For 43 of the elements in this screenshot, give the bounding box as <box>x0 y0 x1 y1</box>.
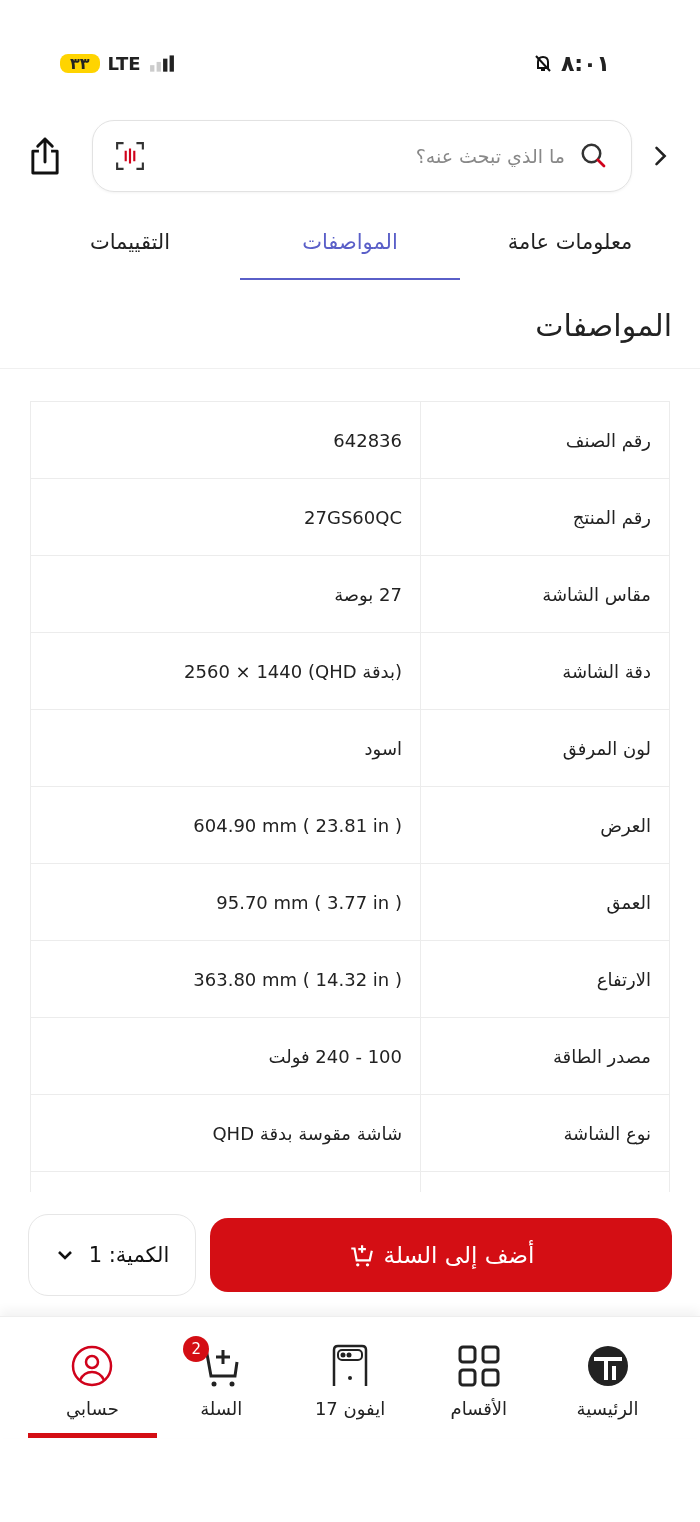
spec-label: مصدر الطاقة <box>552 1045 651 1067</box>
nav-item[interactable]: الرئيسية <box>543 1317 672 1438</box>
spec-value: 2560 × 1440 (QHD بدقة) <box>184 660 402 682</box>
muted-bell-icon <box>532 53 553 73</box>
scan-icon[interactable] <box>115 141 145 171</box>
spec-label: رقم المنتج <box>572 506 651 528</box>
status-time: ٨:٠١ <box>560 50 610 76</box>
spec-label: لون المرفق <box>562 737 651 759</box>
search-input[interactable]: ما الذي تبحث عنه؟ <box>157 144 567 168</box>
spec-value: شاشة مقوسة بدقة QHD <box>212 1122 402 1144</box>
signal-icon <box>148 54 175 72</box>
spec-value: 95.70 mm ( 3.77 in ) <box>216 891 402 913</box>
spec-label: الارتفاع <box>596 968 651 990</box>
search-bar[interactable]: ما الذي تبحث عنه؟ <box>92 120 632 192</box>
spec-label: العمق <box>606 891 651 913</box>
spec-label: دقة الشاشة <box>562 660 651 682</box>
cart-count-badge: 2 <box>183 1336 210 1362</box>
spec-value: اسود <box>364 737 402 759</box>
battery-indicator: ٣٣ <box>60 53 100 73</box>
spec-value: 27 بوصة <box>334 583 402 605</box>
nav-item[interactable]: حسابي <box>28 1317 157 1438</box>
spec-label: مقاس الشاشة <box>542 583 651 605</box>
spec-value: 604.90 mm ( 23.81 in ) <box>193 814 402 836</box>
share-icon[interactable] <box>28 136 62 176</box>
grid-icon <box>456 1344 501 1388</box>
add-to-cart-button[interactable]: أضف إلى السلة <box>210 1218 672 1292</box>
user-icon <box>70 1344 115 1388</box>
spec-label: نوع الشاشة <box>563 1122 651 1144</box>
spec-label: العرض <box>600 814 651 836</box>
logo-icon <box>585 1344 630 1388</box>
tab[interactable]: التقييمات <box>20 220 240 280</box>
spec-value: 27GS60QC <box>304 506 402 528</box>
nav-item[interactable]: ايفون 17 <box>285 1317 415 1438</box>
spec-value: 100 - 240 فولت <box>268 1045 402 1067</box>
network-label: LTE <box>107 52 141 74</box>
spec-value: 363.80 mm ( 14.32 in ) <box>193 968 402 990</box>
tab[interactable]: المواصفات <box>240 220 460 280</box>
spec-label: رقم الصنف <box>565 429 651 451</box>
tab[interactable]: معلومات عامة <box>460 220 680 280</box>
spec-value: 642836 <box>333 429 402 451</box>
section-title: المواصفات <box>534 308 672 345</box>
nav-item[interactable]: الأقسام <box>414 1317 544 1438</box>
quantity-dropdown[interactable]: الكمية: 1 <box>28 1214 196 1296</box>
